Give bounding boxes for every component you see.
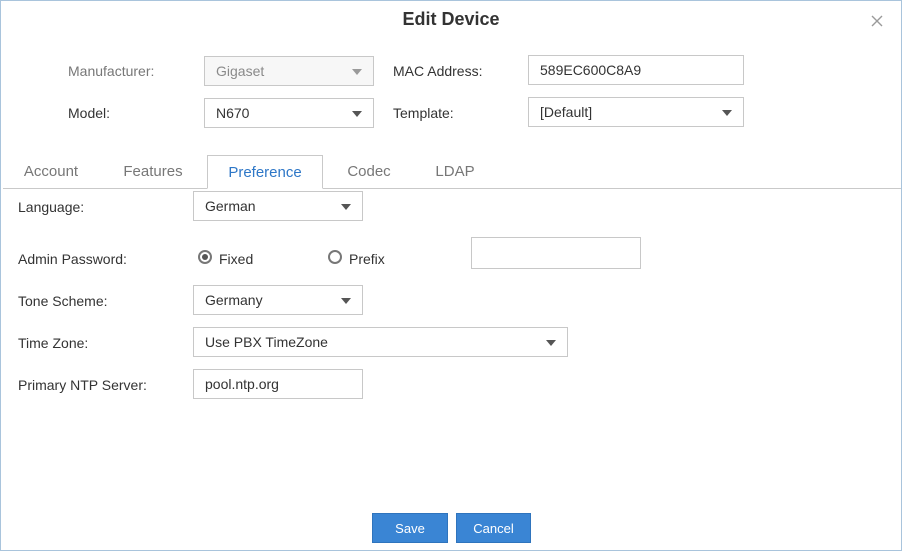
- dialog-title: Edit Device: [402, 9, 500, 29]
- language-select[interactable]: German: [193, 191, 363, 221]
- tone-scheme-label: Tone Scheme:: [18, 293, 108, 309]
- admin-password-input[interactable]: [471, 237, 641, 269]
- save-button[interactable]: Save: [372, 513, 448, 543]
- chevron-down-icon: [722, 110, 732, 116]
- cancel-button[interactable]: Cancel: [456, 513, 531, 543]
- tab-codec[interactable]: Codec: [337, 155, 401, 189]
- model-value: N670: [216, 105, 250, 121]
- manufacturer-value: Gigaset: [216, 63, 265, 79]
- mac-address-input[interactable]: 589EC600C8A9: [528, 55, 744, 85]
- tone-scheme-select[interactable]: Germany: [193, 285, 363, 315]
- tab-account[interactable]: Account: [15, 155, 87, 189]
- fixed-radio[interactable]: [198, 250, 212, 264]
- chevron-down-icon: [352, 111, 362, 117]
- mac-address-label: MAC Address:: [393, 63, 483, 79]
- time-zone-value: Use PBX TimeZone: [205, 334, 328, 350]
- fixed-radio-label[interactable]: Fixed: [219, 251, 253, 267]
- template-label: Template:: [393, 105, 454, 121]
- tab-ldap[interactable]: LDAP: [425, 155, 485, 189]
- tab-preference[interactable]: Preference: [207, 155, 323, 189]
- chevron-down-icon: [546, 340, 556, 346]
- language-label: Language:: [18, 199, 85, 215]
- model-label: Model:: [68, 105, 111, 121]
- template-select[interactable]: [Default]: [528, 97, 744, 127]
- admin-password-label: Admin Password:: [18, 251, 127, 267]
- template-value: [Default]: [540, 104, 593, 120]
- time-zone-select[interactable]: Use PBX TimeZone: [193, 327, 568, 357]
- manufacturer-label: Manufacturer:: [68, 63, 155, 79]
- tone-scheme-value: Germany: [205, 292, 263, 308]
- tab-features[interactable]: Features: [114, 155, 192, 189]
- ntp-server-label: Primary NTP Server:: [18, 377, 147, 393]
- chevron-down-icon: [341, 298, 351, 304]
- close-icon[interactable]: [869, 13, 885, 29]
- language-value: German: [205, 198, 256, 214]
- prefix-radio[interactable]: [328, 250, 342, 264]
- ntp-server-input[interactable]: pool.ntp.org: [193, 369, 363, 399]
- manufacturer-select[interactable]: Gigaset: [204, 56, 374, 86]
- chevron-down-icon: [341, 204, 351, 210]
- chevron-down-icon: [352, 69, 362, 75]
- prefix-radio-label[interactable]: Prefix: [349, 251, 385, 267]
- radio-selected-dot: [202, 254, 208, 260]
- time-zone-label: Time Zone:: [18, 335, 89, 351]
- model-select[interactable]: N670: [204, 98, 374, 128]
- edit-device-dialog: Edit Device Manufacturer: Gigaset MAC Ad…: [0, 0, 902, 551]
